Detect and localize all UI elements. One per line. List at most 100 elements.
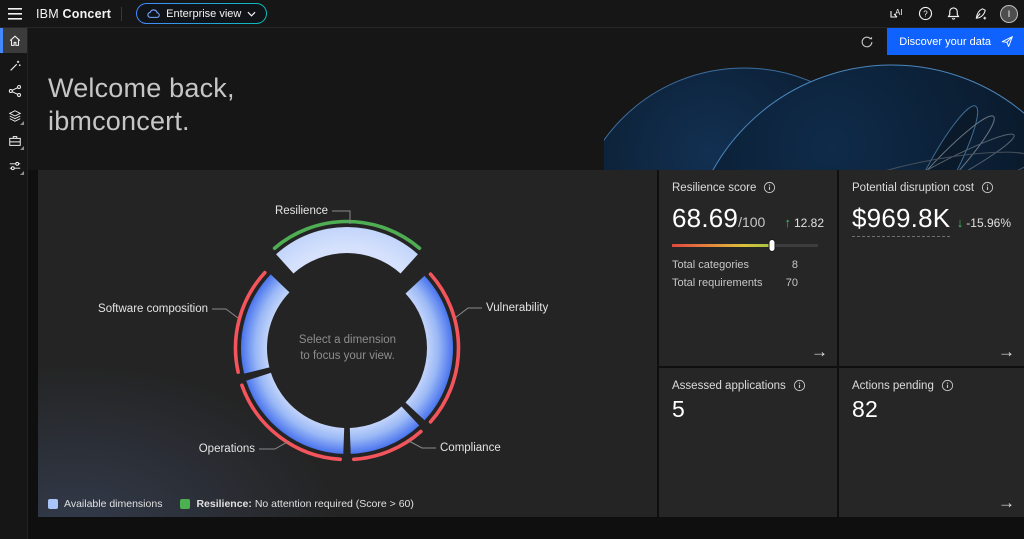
ai-icon: AI <box>890 8 903 18</box>
legend-item-available-dimensions: Available dimensions <box>48 498 162 510</box>
score-detail-rows: Total categories 8 Total requirements 70 <box>672 259 824 289</box>
refresh-icon <box>861 36 873 47</box>
disruption-cost-arrow-button[interactable]: → <box>998 343 1015 360</box>
resilience-score-arrow-button[interactable]: → <box>811 343 828 360</box>
row-value: 70 <box>785 277 798 289</box>
disruption-cost-card: Potential disruption cost $969.8K ↓ -15.… <box>839 170 1024 366</box>
sidebar-item-arrangements[interactable] <box>0 78 27 103</box>
legend-swatch-green <box>180 499 191 509</box>
score-progress-fill <box>672 244 773 247</box>
info-icon[interactable] <box>793 379 806 392</box>
legend-bold: Resilience: <box>196 498 252 510</box>
brand-product: Concert <box>62 6 112 21</box>
arrow-up-icon: ↑ <box>784 215 791 230</box>
arrow-down-icon: ↓ <box>956 215 964 230</box>
donut-segment-operations[interactable] <box>246 372 345 454</box>
sidebar-item-toolbox[interactable] <box>0 128 27 153</box>
brand: IBM Concert <box>36 7 111 21</box>
card-title: Actions pending <box>852 379 934 392</box>
delta-value: -15.96% <box>966 215 1011 230</box>
send-icon <box>1001 36 1013 47</box>
app-root: IBM Concert Enterprise view AI ? I Disco… <box>0 0 1024 539</box>
card-title: Potential disruption cost <box>852 181 975 194</box>
table-row: Total categories 8 <box>672 259 798 271</box>
menu-button[interactable] <box>0 0 30 27</box>
donut-label-compliance[interactable]: Compliance <box>440 442 501 454</box>
brand-ibm: IBM <box>36 6 59 21</box>
header-right: AI ? I <box>884 1 1024 27</box>
discover-data-button[interactable]: Discover your data <box>887 28 1024 55</box>
chevron-down-icon <box>247 11 256 17</box>
info-icon[interactable] <box>763 181 776 194</box>
donut-segment-compliance[interactable] <box>349 406 420 454</box>
action-bar: Discover your data <box>28 28 1024 55</box>
svg-text:?: ? <box>923 9 928 18</box>
donut-center-text-1: Select a dimension <box>298 334 397 346</box>
legend-text: No attention required (Score > 60) <box>251 498 414 510</box>
header-divider <box>121 6 123 21</box>
help-icon: ? <box>918 6 932 21</box>
kpi-cards: Resilience score 68.69 /100 ↑ 12.82 Tota… <box>659 170 1024 517</box>
magic-wand-icon <box>10 60 21 71</box>
hero-banner: Welcome back, ibmconcert. <box>28 55 1024 170</box>
sidebar-item-settings[interactable] <box>0 153 27 178</box>
notifications-button[interactable] <box>940 1 966 27</box>
score-progress-handle <box>769 240 775 251</box>
label-connector <box>212 308 239 319</box>
welcome-line2: ibmconcert. <box>48 105 190 136</box>
view-switcher[interactable]: Enterprise view <box>136 3 267 24</box>
refresh-button[interactable] <box>853 28 881 55</box>
table-row: Total requirements 70 <box>672 277 798 289</box>
disruption-cost-value: $969.8K <box>852 203 951 237</box>
donut-label-resilience[interactable]: Resilience <box>275 205 328 217</box>
card-title: Resilience score <box>672 181 757 194</box>
dimension-donut-panel: Resilience Vulnerability Compliance Operati… <box>38 170 657 517</box>
row-label: Total categories <box>672 259 750 271</box>
flyout-indicator <box>20 146 24 150</box>
card-title: Assessed applications <box>672 379 786 392</box>
network-icon <box>8 84 21 97</box>
sidebar-item-resources[interactable] <box>0 103 27 128</box>
actions-pending-arrow-button[interactable]: → <box>998 494 1015 511</box>
welcome-heading: Welcome back, ibmconcert. <box>48 72 235 138</box>
welcome-line1: Welcome back, <box>48 73 235 103</box>
row-value: 8 <box>791 259 798 271</box>
label-connector <box>454 307 482 319</box>
content-area: Resilience Vulnerability Compliance Operati… <box>28 170 1024 517</box>
chart-legend: Available dimensions Resilience: No atte… <box>48 498 414 510</box>
cloud-icon <box>147 9 160 18</box>
resilience-score-value: 68.69 <box>672 203 739 233</box>
legend-text: Available dimensions <box>64 498 163 510</box>
avatar[interactable]: I <box>1000 4 1018 23</box>
legend-swatch-blue <box>48 499 58 509</box>
header-left: IBM Concert Enterprise view <box>0 0 267 27</box>
ai-assistant-button[interactable]: AI <box>884 1 910 27</box>
info-icon[interactable] <box>981 181 994 194</box>
donut-label-operations[interactable]: Operations <box>199 443 255 455</box>
quill-pen-icon <box>975 8 987 20</box>
main-area: Discover your data Welcome back, ibmconc… <box>28 28 1024 539</box>
bell-icon <box>947 7 959 20</box>
legend-item-resilience-status: Resilience: No attention required (Score… <box>180 498 414 510</box>
actions-pending-value: 82 <box>852 396 878 422</box>
flyout-indicator <box>20 121 24 125</box>
help-button[interactable]: ? <box>912 1 938 27</box>
score-progress-track <box>672 240 818 251</box>
disruption-cost-delta: ↓ -15.96% <box>957 215 1011 230</box>
row-label: Total requirements <box>672 277 763 289</box>
side-nav <box>0 28 28 539</box>
donut-label-software-composition[interactable]: Software composition <box>98 303 208 315</box>
sidebar-item-home[interactable] <box>0 28 27 53</box>
discover-data-label: Discover your data <box>899 35 991 48</box>
donut-label-vulnerability[interactable]: Vulnerability <box>486 302 548 314</box>
flyout-indicator <box>20 171 24 175</box>
sidebar-item-automation[interactable] <box>0 53 27 78</box>
ai-governance-button[interactable] <box>968 1 994 27</box>
actions-pending-card: Actions pending 82 → <box>839 368 1024 517</box>
info-icon[interactable] <box>941 379 954 392</box>
decorative-orbs <box>604 64 1024 170</box>
top-header: IBM Concert Enterprise view AI ? I <box>0 0 1024 28</box>
delta-value: 12.82 <box>793 215 824 230</box>
assessed-applications-card: Assessed applications 5 <box>659 368 837 517</box>
resilience-score-delta: ↑ 12.82 <box>784 215 824 230</box>
